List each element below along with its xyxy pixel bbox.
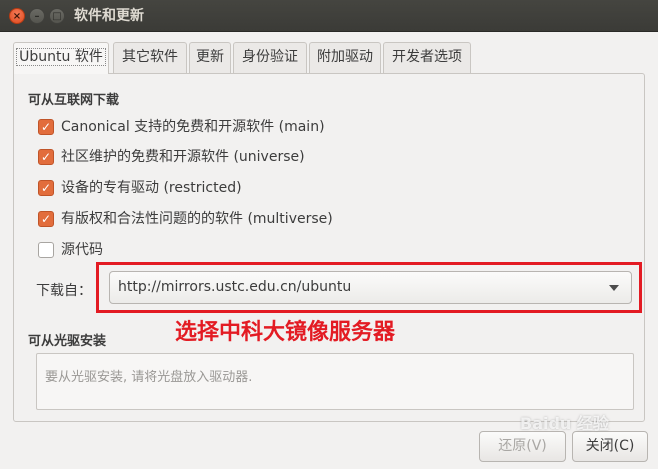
cdrom-list[interactable]: 要从光驱安装, 请将光盘放入驱动器. (36, 353, 634, 410)
revert-button[interactable]: 还原(V) (479, 431, 566, 462)
tab-other-software[interactable]: 其它软件 (113, 42, 187, 73)
minimize-window-button[interactable]: – (29, 8, 45, 24)
annotation-text: 选择中科大镜像服务器 (175, 319, 396, 345)
close-window-button[interactable]: × (9, 8, 25, 24)
checkbox-checked-icon[interactable]: ✓ (38, 149, 54, 165)
tab-additional-drivers[interactable]: 附加驱动 (309, 42, 381, 73)
title-bar: × – □ 软件和更新 (0, 0, 658, 32)
checkbox-unchecked-icon[interactable] (38, 242, 54, 258)
option-restricted-label: 设备的专有驱动 (restricted) (61, 180, 242, 196)
option-universe-label: 社区维护的免费和开源软件 (universe) (61, 149, 305, 165)
checkbox-checked-icon[interactable]: ✓ (38, 211, 54, 227)
tab-updates[interactable]: 更新 (189, 42, 231, 73)
baidu-watermark: Baidu 经验 (520, 414, 609, 433)
annotation-highlight-box (96, 262, 642, 313)
maximize-window-button[interactable]: □ (49, 8, 65, 24)
option-main-label: Canonical 支持的免费和开源软件 (main) (61, 119, 325, 135)
tab-ubuntu-software[interactable]: Ubuntu 软件 (13, 42, 109, 74)
option-multiverse-label: 有版权和合法性问题的的软件 (multiverse) (61, 211, 333, 227)
checkbox-checked-icon[interactable]: ✓ (38, 180, 54, 196)
option-source-code-label: 源代码 (61, 242, 103, 258)
cdrom-section-title: 可从光驱安装 (28, 334, 107, 349)
close-button[interactable]: 关闭(C) (572, 431, 648, 462)
tab-developer-options[interactable]: 开发者选项 (383, 42, 471, 73)
tab-authentication[interactable]: 身份验证 (233, 42, 307, 73)
download-from-label: 下载自： (36, 283, 92, 299)
cdrom-placeholder: 要从光驱安装, 请将光盘放入驱动器. (45, 370, 253, 385)
internet-section-title: 可从互联网下载 (28, 93, 120, 108)
checkbox-checked-icon[interactable]: ✓ (38, 119, 54, 135)
window-title: 软件和更新 (74, 8, 144, 24)
